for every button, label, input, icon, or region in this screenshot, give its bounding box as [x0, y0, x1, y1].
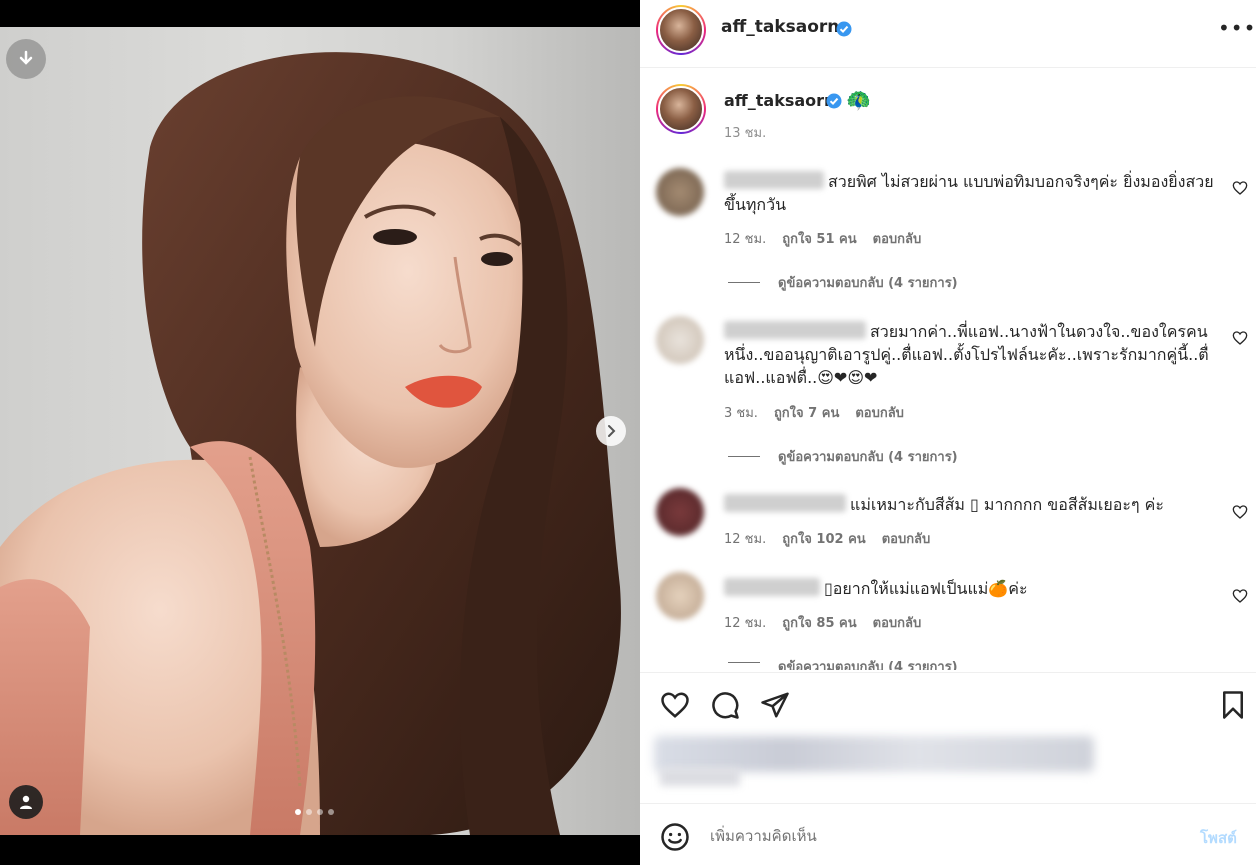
view-replies-label: ดูข้อความตอบกลับ (4 รายการ)	[778, 660, 958, 670]
add-comment-bar: โพสต์	[640, 803, 1256, 865]
post-header: aff_taksaorn •••	[640, 0, 1256, 68]
likes-summary[interactable]	[654, 736, 1094, 772]
commenter-avatar[interactable]	[656, 488, 704, 536]
comment-likes[interactable]: ถูกใจ 7 คน	[774, 402, 839, 423]
comment-time[interactable]: 12 ชม.	[724, 528, 766, 549]
commenter-avatar[interactable]	[656, 316, 704, 364]
comment-meta: 12 ชม. ถูกใจ 85 คน ตอบกลับ	[724, 612, 921, 633]
comment-bubble-icon[interactable]	[710, 690, 740, 720]
caption-timestamp[interactable]: 13 ชม.	[724, 122, 766, 143]
commenter-avatar[interactable]	[656, 572, 704, 620]
like-comment-heart-icon[interactable]	[1232, 504, 1248, 520]
comment-time[interactable]: 3 ชม.	[724, 402, 758, 423]
comment-meta: 12 ชม. ถูกใจ 102 คน ตอบกลับ	[724, 528, 930, 549]
post-action-bar	[640, 672, 1256, 732]
tagged-users-button[interactable]	[9, 785, 43, 819]
carousel-dot	[306, 809, 312, 815]
post-author-username[interactable]: aff_taksaorn	[721, 17, 839, 37]
post-side-panel: aff_taksaorn ••• aff_taksaorn 🦚 13 ชม. ส…	[640, 0, 1256, 865]
comment-time[interactable]: 12 ชม.	[724, 228, 766, 249]
post-photo	[0, 27, 640, 835]
view-replies-label: ดูข้อความตอบกลับ (4 รายการ)	[778, 450, 958, 465]
comment-time[interactable]: 12 ชม.	[724, 612, 766, 633]
view-replies-button[interactable]: ดูข้อความตอบกลับ (4 รายการ)	[728, 272, 958, 293]
verified-badge-icon	[826, 93, 842, 109]
comment-likes[interactable]: ถูกใจ 85 คน	[782, 612, 856, 633]
carousel-dot	[328, 809, 334, 815]
commenter-username[interactable]	[724, 578, 820, 596]
chevron-right-icon	[608, 425, 616, 437]
like-comment-heart-icon[interactable]	[1232, 588, 1248, 604]
share-paper-plane-icon[interactable]	[760, 690, 790, 720]
view-replies-button[interactable]: ดูข้อความตอบกลับ (4 รายการ)	[728, 656, 958, 670]
emoji-smiley-icon[interactable]	[660, 822, 690, 852]
caption-avatar[interactable]	[656, 84, 706, 134]
download-button[interactable]	[6, 39, 46, 79]
post-media	[0, 0, 640, 865]
comment-text: ▯อยากให้แม่แอฟเป็นแม่🍊ค่ะ	[824, 579, 1028, 598]
more-options-button[interactable]: •••	[1218, 16, 1256, 40]
reply-button[interactable]: ตอบกลับ	[873, 228, 922, 249]
reply-button[interactable]: ตอบกลับ	[882, 528, 931, 549]
comment-meta: 12 ชม. ถูกใจ 51 คน ตอบกลับ	[724, 228, 921, 249]
caption-username[interactable]: aff_taksaorn	[724, 91, 835, 110]
portrait-illustration	[0, 52, 621, 835]
like-heart-icon[interactable]	[660, 690, 690, 720]
reply-button[interactable]: ตอบกลับ	[855, 402, 904, 423]
commenter-username[interactable]	[724, 171, 824, 189]
comment-meta: 3 ชม. ถูกใจ 7 คน ตอบกลับ	[724, 402, 904, 423]
carousel-next-button[interactable]	[596, 416, 626, 446]
reply-button[interactable]: ตอบกลับ	[873, 612, 922, 633]
carousel-indicator	[295, 809, 334, 815]
save-bookmark-icon[interactable]	[1218, 690, 1248, 720]
like-comment-heart-icon[interactable]	[1232, 330, 1248, 346]
like-comment-heart-icon[interactable]	[1232, 180, 1248, 196]
view-replies-button[interactable]: ดูข้อความตอบกลับ (4 รายการ)	[728, 446, 958, 467]
comment-likes[interactable]: ถูกใจ 102 คน	[782, 528, 865, 549]
avatar[interactable]	[656, 5, 706, 55]
verified-badge-icon	[836, 21, 852, 37]
download-icon	[19, 50, 33, 65]
commenter-username[interactable]	[724, 494, 846, 512]
carousel-dot	[317, 809, 323, 815]
caption-text: 🦚	[846, 88, 871, 112]
comment-likes[interactable]: ถูกใจ 51 คน	[782, 228, 856, 249]
comment-text: แม่เหมาะกับสีส้ม ▯ มากกกก ขอสีส้มเยอะๆ ค…	[850, 495, 1164, 514]
commenter-avatar[interactable]	[656, 168, 704, 216]
post-comment-button[interactable]: โพสต์	[1200, 826, 1237, 850]
comment-input[interactable]	[710, 824, 1180, 848]
post-date	[660, 768, 740, 786]
carousel-dot	[295, 809, 301, 815]
user-icon	[20, 795, 32, 809]
commenter-username[interactable]	[724, 321, 866, 339]
view-replies-label: ดูข้อความตอบกลับ (4 รายการ)	[778, 276, 958, 291]
